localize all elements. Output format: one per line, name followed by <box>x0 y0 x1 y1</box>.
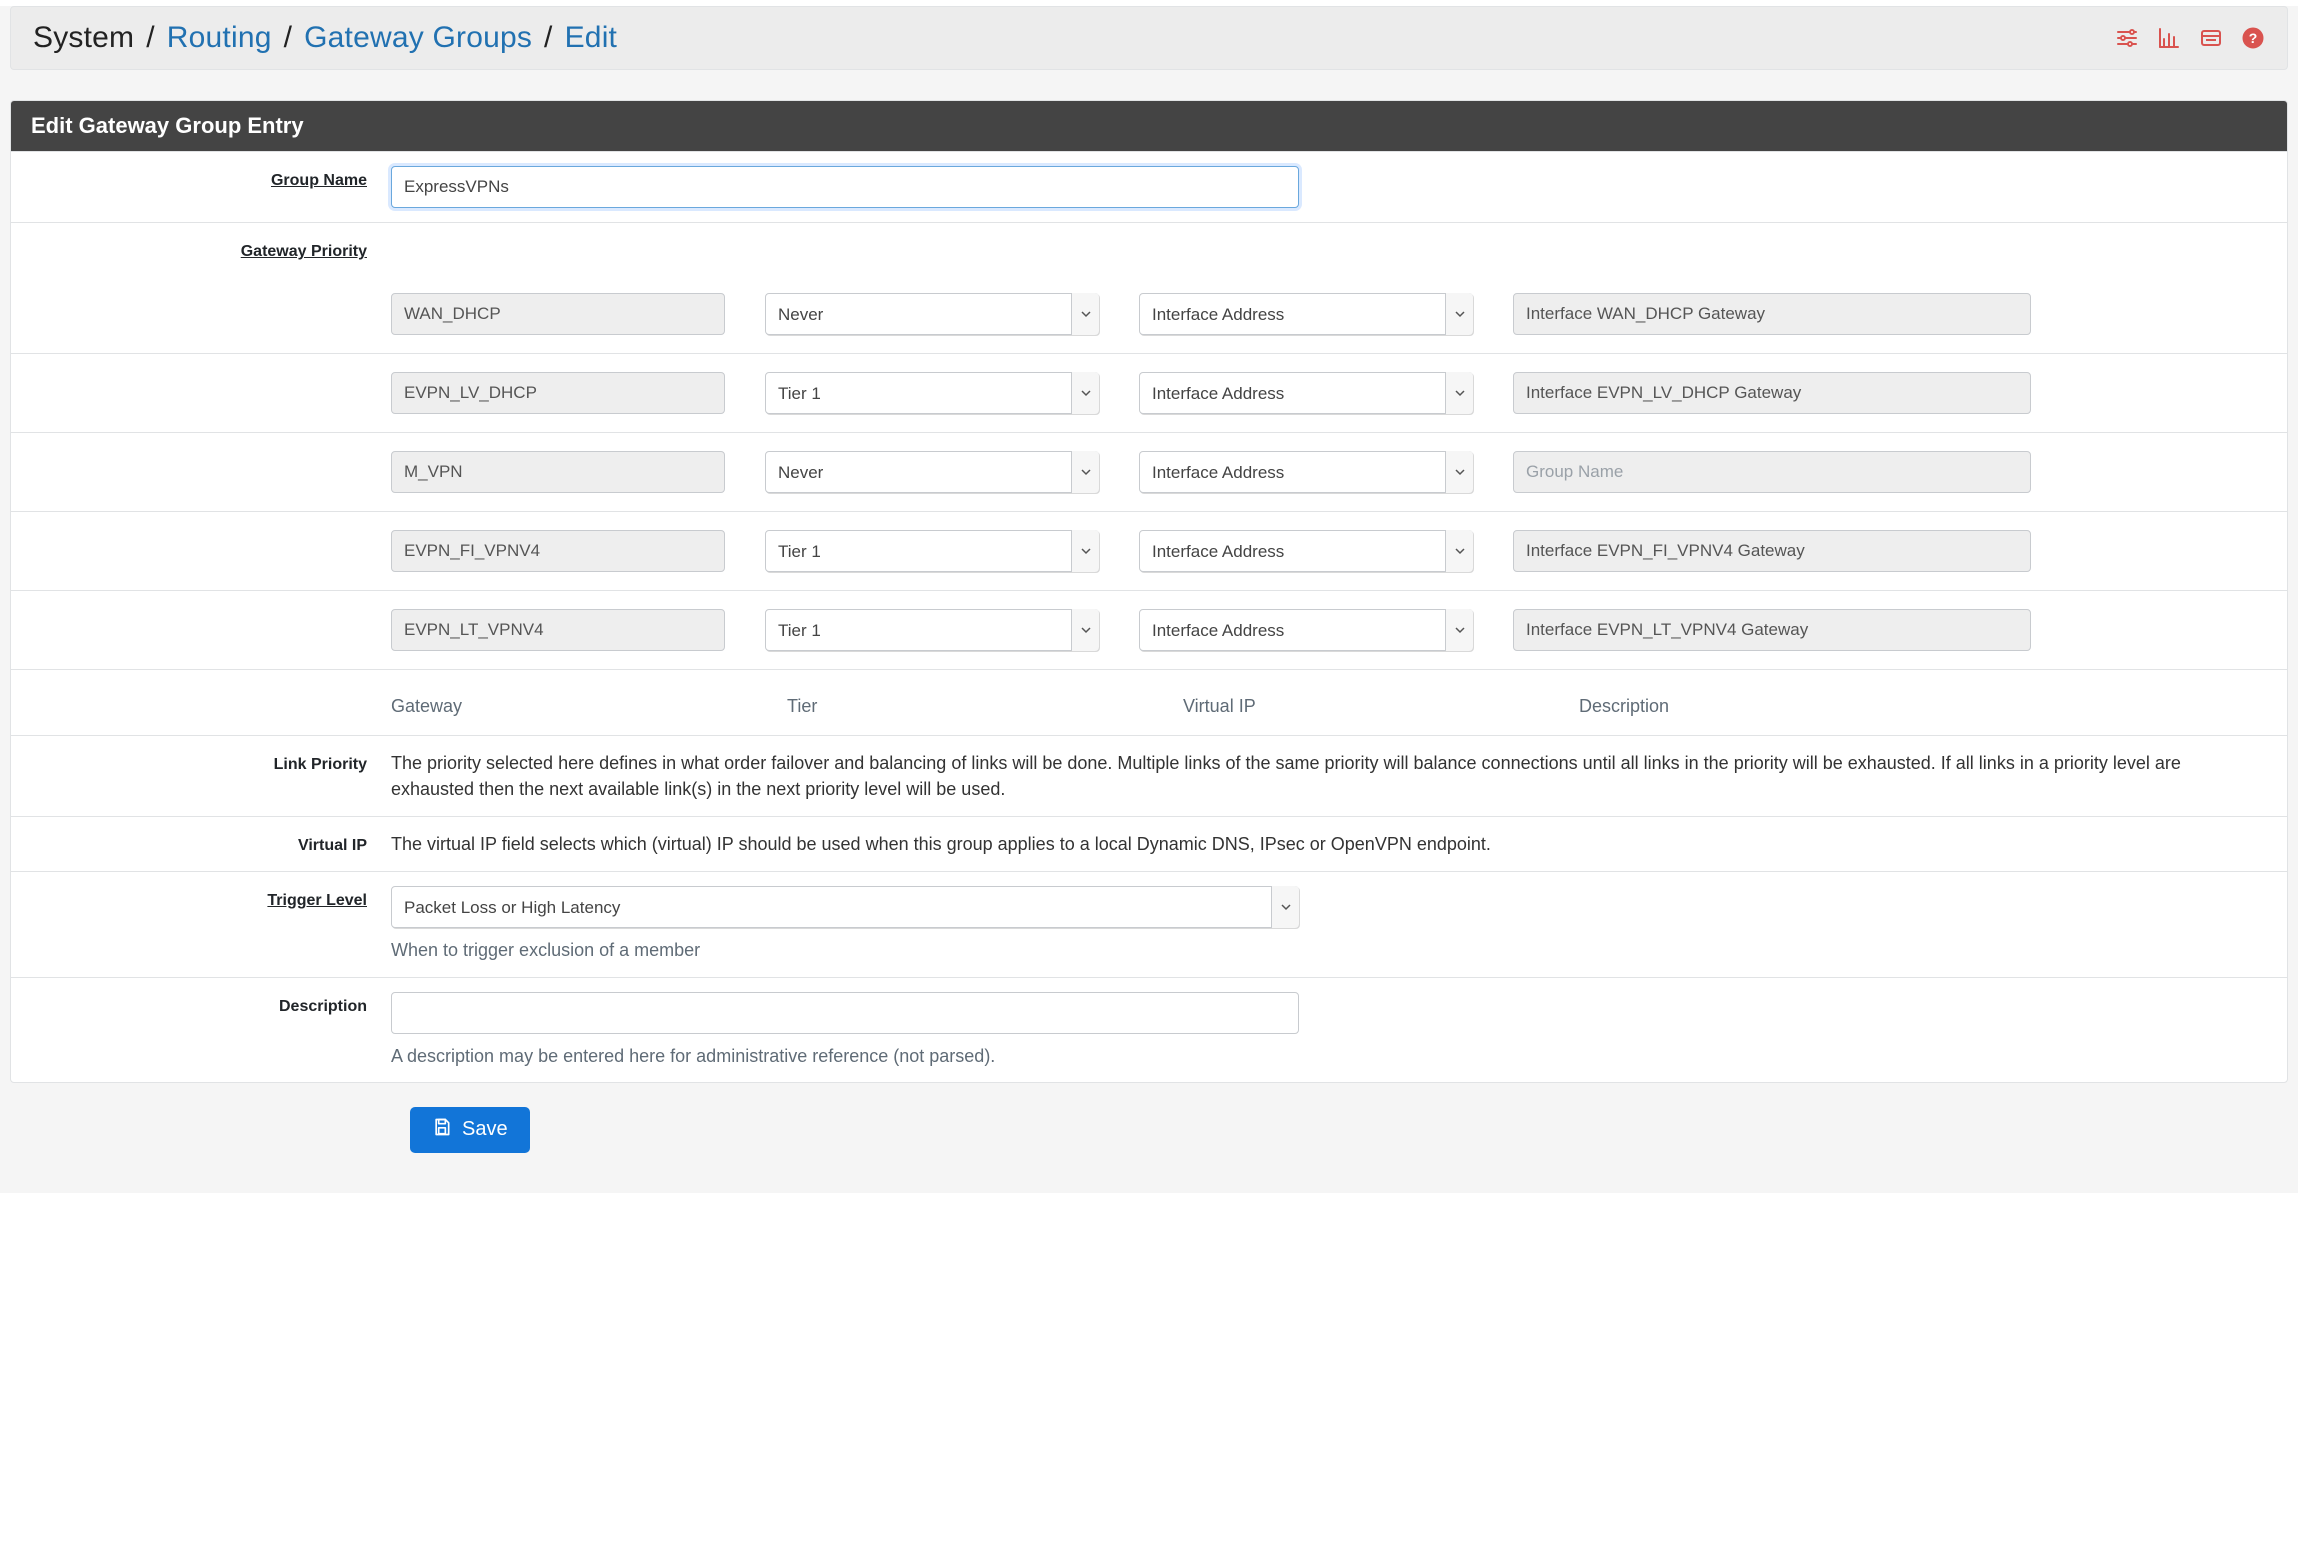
gateway-name: EVPN_LV_DHCP <box>391 372 725 414</box>
trigger-level-select[interactable]: Packet Loss or High Latency <box>391 886 1299 928</box>
virtual-ip-select[interactable]: Interface Address <box>1139 609 1473 651</box>
col-gateway: Gateway <box>391 696 725 717</box>
svg-text:?: ? <box>2249 30 2258 46</box>
virtual-ip-select[interactable]: Interface Address <box>1139 293 1473 335</box>
tier-select[interactable]: Never <box>765 293 1099 335</box>
gateway-row: EVPN_LT_VPNV4 Tier 1 Interface Address Inte… <box>391 601 2267 659</box>
label-virtual-ip: Virtual IP <box>21 831 391 855</box>
gateway-description: Interface EVPN_LT_VPNV4 Gateway <box>1513 609 2031 651</box>
save-button-label: Save <box>462 1118 508 1141</box>
gateway-column-headers: Gateway Tier Virtual IP Description <box>391 684 2267 721</box>
breadcrumb-sep: / <box>544 21 553 55</box>
description-input[interactable] <box>391 992 1299 1034</box>
tier-select[interactable]: Tier 1 <box>765 372 1099 414</box>
gateway-description: Group Name <box>1513 451 2031 493</box>
help-icon[interactable]: ? <box>2241 26 2265 50</box>
gateway-description: Interface WAN_DHCP Gateway <box>1513 293 2031 335</box>
col-tier: Tier <box>787 696 1121 717</box>
group-name-input[interactable] <box>391 166 1299 208</box>
gateway-row: EVPN_FI_VPNV4 Tier 1 Interface Address Inte… <box>391 522 2267 580</box>
help-link-priority: The priority selected here defines in wh… <box>391 750 2267 802</box>
gateway-description: Interface EVPN_FI_VPNV4 Gateway <box>1513 530 2031 572</box>
save-button[interactable]: Save <box>410 1107 530 1153</box>
gateway-description: Interface EVPN_LV_DHCP Gateway <box>1513 372 2031 414</box>
page-header: System / Routing / Gateway Groups / Edit <box>10 6 2288 70</box>
breadcrumb: System / Routing / Gateway Groups / Edit <box>33 21 617 55</box>
label-gateway-priority: Gateway Priority <box>21 237 391 261</box>
col-virtual-ip: Virtual IP <box>1183 696 1517 717</box>
tier-select[interactable]: Tier 1 <box>765 530 1099 572</box>
gateway-row: WAN_DHCP Never Interface Address Interface … <box>391 285 2267 343</box>
edit-panel: Edit Gateway Group Entry Group Name Gate… <box>10 100 2288 1083</box>
gateway-name: WAN_DHCP <box>391 293 725 335</box>
log-icon[interactable] <box>2199 26 2223 50</box>
virtual-ip-select[interactable]: Interface Address <box>1139 451 1473 493</box>
tier-select[interactable]: Tier 1 <box>765 609 1099 651</box>
breadcrumb-system: System <box>33 21 134 55</box>
chart-icon[interactable] <box>2157 26 2181 50</box>
save-icon <box>432 1117 452 1143</box>
breadcrumb-sep: / <box>284 21 293 55</box>
header-icons: ? <box>2115 26 2265 50</box>
label-link-priority: Link Priority <box>21 750 391 774</box>
gateway-name: EVPN_FI_VPNV4 <box>391 530 725 572</box>
label-group-name: Group Name <box>21 166 391 190</box>
breadcrumb-edit[interactable]: Edit <box>565 21 618 55</box>
gateway-row: EVPN_LV_DHCP Tier 1 Interface Address Inter… <box>391 364 2267 422</box>
label-trigger-level: Trigger Level <box>21 886 391 910</box>
breadcrumb-routing[interactable]: Routing <box>167 21 272 55</box>
gateway-name: EVPN_LT_VPNV4 <box>391 609 725 651</box>
breadcrumb-sep: / <box>146 21 155 55</box>
sliders-icon[interactable] <box>2115 26 2139 50</box>
gateway-name: M_VPN <box>391 451 725 493</box>
panel-title: Edit Gateway Group Entry <box>11 101 2287 151</box>
gateway-row: M_VPN Never Interface Address Group Name <box>391 443 2267 501</box>
help-virtual-ip: The virtual IP field selects which (virt… <box>391 831 2267 857</box>
label-description: Description <box>21 992 391 1016</box>
col-description: Description <box>1579 696 2097 717</box>
breadcrumb-gateway-groups[interactable]: Gateway Groups <box>304 21 532 55</box>
help-trigger-level: When to trigger exclusion of a member <box>391 938 2267 962</box>
virtual-ip-select[interactable]: Interface Address <box>1139 372 1473 414</box>
tier-select[interactable]: Never <box>765 451 1099 493</box>
help-description: A description may be entered here for ad… <box>391 1044 2267 1068</box>
virtual-ip-select[interactable]: Interface Address <box>1139 530 1473 572</box>
